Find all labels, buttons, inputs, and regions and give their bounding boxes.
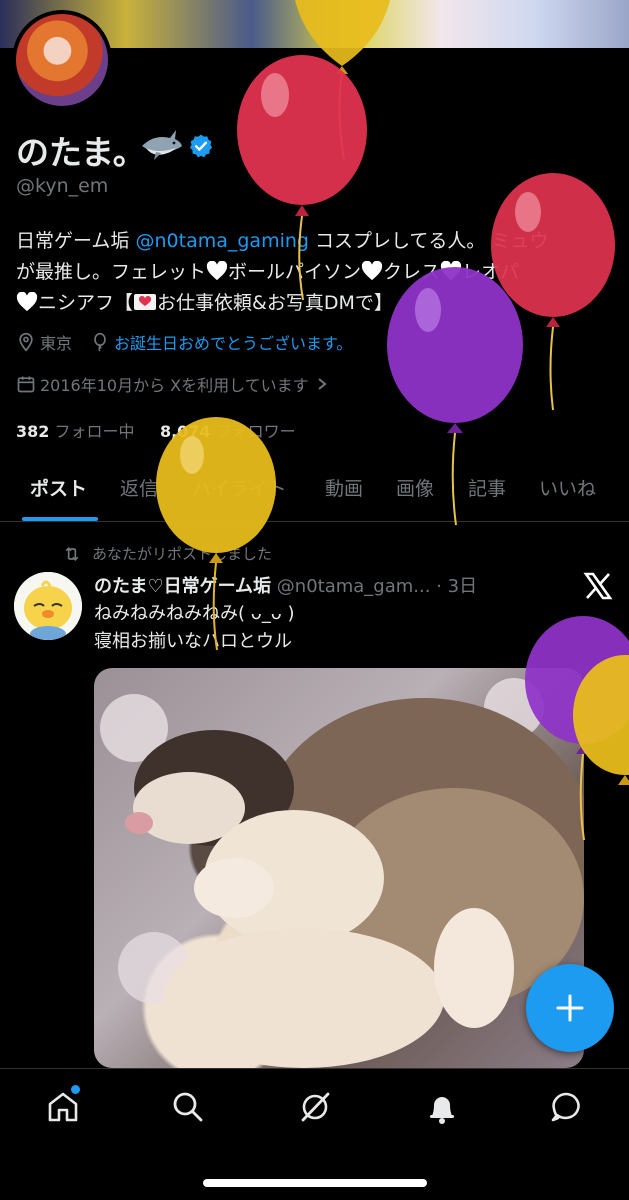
tab-replies[interactable]: 返信 [120, 474, 158, 501]
bio-mention-link[interactable]: @n0tama_gaming [135, 230, 308, 252]
profile-handle: @kyn_em [16, 175, 109, 197]
bio-text: クレス [383, 261, 441, 283]
repost-text: あなたがリポストしました [92, 545, 273, 563]
tab-posts[interactable]: ポスト [30, 474, 87, 501]
active-tab-indicator [22, 517, 98, 521]
grok-icon[interactable] [297, 1089, 333, 1125]
repost-context: あなたがリポストしました [62, 543, 272, 564]
calendar-icon [17, 376, 35, 393]
birthday-link[interactable]: お誕生日おめでとうございます。 [114, 330, 352, 354]
white-heart-icon [440, 261, 462, 281]
notifications-icon[interactable] [424, 1089, 460, 1125]
profile-bio: 日常ゲーム垢 @n0tama_gaming コスプレしてる人。 ミュウ が最推し… [16, 226, 616, 319]
compose-post-button[interactable] [526, 964, 614, 1052]
ferrets-photo [100, 678, 584, 1068]
messages-icon[interactable] [549, 1089, 585, 1125]
tab-videos[interactable]: 動画 [325, 474, 363, 501]
profile-display-name: のたま。 [16, 133, 146, 172]
balloon-icon [94, 332, 106, 352]
profile-meta-row: 東京 お誕生日おめでとうございます。 [16, 330, 352, 354]
following-link[interactable]: 382 フォロー中 [16, 422, 135, 441]
bio-text: レオパ [462, 261, 520, 283]
repost-icon [65, 546, 79, 561]
post-timestamp[interactable]: · 3日 [436, 576, 477, 597]
home-icon[interactable] [45, 1089, 81, 1125]
bio-text: お仕事依頼&お写真DMで】 [157, 292, 393, 314]
bio-text: ボールパイソン [228, 261, 362, 283]
location-pin-icon [19, 332, 33, 352]
white-heart-icon [361, 261, 383, 281]
bio-text: ニシアフ【 [38, 292, 134, 314]
love-letter-icon [134, 294, 157, 310]
post-media-image[interactable] [94, 668, 584, 1068]
profile-location: 東京 [40, 334, 73, 353]
home-notification-dot [71, 1085, 80, 1094]
post-author-handle[interactable]: @n0tama_gam... [277, 576, 431, 597]
shark-icon [142, 130, 182, 160]
followers-count: 8,074 [159, 422, 211, 441]
plus-icon [556, 994, 584, 1022]
post-text-line: ねみねみねみねみ( ᴗ_ᴗ ) [94, 603, 295, 624]
bio-text: コスプレしてる人。 ミュウ [308, 230, 549, 252]
post-text-line: 寝相お揃いなハロとウル [94, 631, 292, 652]
profile-joined-row[interactable]: 2016年10月から Xを利用しています [16, 372, 333, 396]
bottom-navigation [0, 1068, 629, 1200]
white-heart-icon [206, 261, 228, 281]
white-heart-icon [16, 292, 38, 312]
chevron-right-icon [318, 378, 327, 390]
profile-joined-date: 2016年10月から Xを利用しています [40, 376, 309, 395]
follow-stats: 382 フォロー中 8,074 フォロワー [16, 418, 296, 442]
bio-text: が最推し。フェレット [16, 261, 207, 283]
tab-likes[interactable]: いいね [539, 474, 596, 501]
bio-text: 日常ゲーム垢 [16, 230, 136, 252]
tab-highlights[interactable]: ハイライト [192, 474, 287, 501]
tab-images[interactable]: 画像 [396, 474, 434, 501]
home-indicator-bar [203, 1179, 427, 1187]
profile-avatar[interactable] [12, 10, 112, 110]
x-logo-icon [583, 572, 613, 600]
post-author-name[interactable]: のたま♡日常ゲーム垢 [94, 576, 271, 597]
following-count: 382 [16, 422, 50, 441]
verified-badge-icon[interactable] [188, 133, 214, 159]
tab-articles[interactable]: 記事 [468, 474, 506, 501]
following-label: フォロー中 [54, 422, 135, 441]
post-header: のたま♡日常ゲーム垢 @n0tama_gam... · 3日 [94, 572, 534, 598]
followers-label: フォロワー [215, 422, 296, 441]
post-body: ねみねみねみねみ( ᴗ_ᴗ ) 寝相お揃いなハロとウル [94, 600, 295, 656]
chick-avatar-image [14, 572, 82, 640]
post-author-avatar[interactable] [14, 572, 82, 640]
profile-tabs: ポスト 返信 ハイライト 動画 画像 記事 いいね [0, 460, 629, 522]
followers-link[interactable]: 8,074 フォロワー [160, 422, 296, 441]
search-icon[interactable] [170, 1089, 206, 1125]
